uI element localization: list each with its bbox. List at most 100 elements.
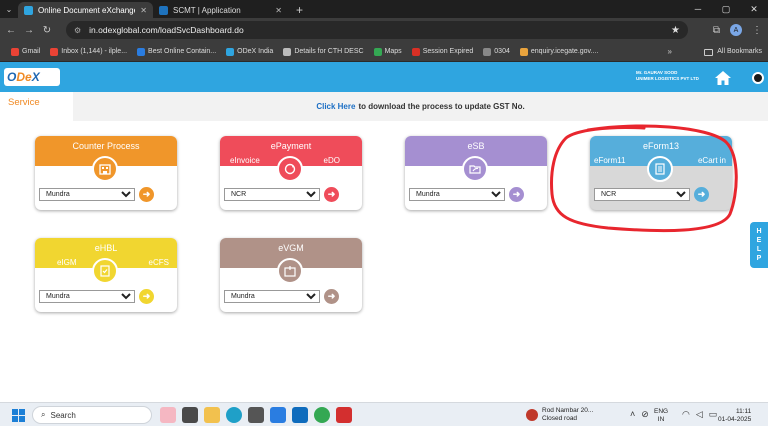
go-arrow-button[interactable]: ➜ [509, 187, 524, 202]
extensions-icon[interactable]: ⧉ [713, 25, 720, 36]
bookmark-inbox[interactable]: Inbox (1,144) - ilple... [45, 47, 132, 56]
tab-search-icon[interactable]: ⌄ [0, 0, 18, 18]
tray-overflow-icon[interactable]: ˄ [630, 409, 635, 420]
bookmark-container[interactable]: Best Online Contain... [132, 47, 221, 56]
flag-icon [519, 47, 528, 56]
tab-scmt[interactable]: SCMT | Application ✕ [153, 2, 288, 18]
bookmarks-bar: Gmail Inbox (1,144) - ilple... Best Onli… [0, 42, 768, 62]
counter-icon[interactable] [92, 156, 118, 182]
acrobat-icon[interactable] [336, 407, 352, 423]
bookmark-odex[interactable]: ODeX India [221, 47, 278, 56]
no-connection-icon[interactable]: ⊘ [641, 409, 649, 420]
help-tab[interactable]: H E L P [750, 222, 768, 268]
edo-link[interactable]: eDO [324, 156, 340, 165]
volume-icon[interactable]: ◁ [696, 409, 703, 420]
gmail-icon [11, 47, 19, 56]
close-window-icon[interactable]: ✕ [740, 0, 768, 18]
edge-icon[interactable] [226, 407, 242, 423]
card-title: Counter Process [72, 141, 140, 151]
bookmark-maps[interactable]: Maps [369, 47, 407, 56]
bookmark-icegate[interactable]: enquiry.icegate.gov.... [515, 47, 603, 56]
share-folder-icon[interactable] [462, 156, 488, 182]
battery-icon[interactable]: ▭ [709, 409, 718, 420]
odex-icon [226, 47, 235, 56]
company-name: UNIMER LOGISTICS PVT LTD [636, 76, 699, 81]
news-widget[interactable]: Rod Nambar 20... Closed road [526, 407, 593, 423]
go-arrow-button[interactable]: ➜ [324, 187, 339, 202]
mail-icon[interactable] [270, 407, 286, 423]
notice-text: to download the process to update GST No… [358, 102, 525, 111]
back-icon[interactable]: ← [2, 25, 20, 36]
url-text: in.odexglobal.com/loadSvcDashboard.do [89, 25, 244, 35]
warning-icon [411, 47, 420, 56]
tab-odex[interactable]: Online Document eXchange ✕ [18, 2, 153, 18]
settings-gear-icon[interactable] [752, 72, 764, 84]
system-tray: ˄ ⊘ [630, 409, 649, 420]
wifi-icon[interactable]: ◠ [682, 409, 690, 420]
maximize-icon[interactable]: ▢ [712, 0, 740, 18]
tab-close-icon[interactable]: ✕ [140, 6, 147, 15]
globe-icon [483, 47, 492, 56]
card-esb: eSB Mundra ➜ [405, 136, 547, 210]
menu-kebab-icon[interactable]: ⋮ [752, 25, 762, 36]
chrome-icon[interactable] [314, 407, 330, 423]
taskbar-clock[interactable]: 11:11 01-04-2025 [718, 408, 751, 424]
go-arrow-button[interactable]: ➜ [324, 289, 339, 304]
window-controls: ─ ▢ ✕ [684, 0, 768, 18]
site-info-icon[interactable]: ⚙ [74, 26, 81, 35]
taskbar-search[interactable]: ⌕ Search [32, 406, 152, 424]
browser-tab-strip: ⌄ Online Document eXchange ✕ SCMT | Appl… [0, 0, 768, 18]
card-counter-process: Counter Process Mundra ➜ [35, 136, 177, 210]
windows-start-icon[interactable] [12, 409, 25, 422]
go-arrow-button[interactable]: ➜ [139, 289, 154, 304]
all-bookmarks[interactable]: All Bookmarks [704, 42, 762, 62]
maps-icon [373, 47, 382, 56]
outlook-icon[interactable] [292, 407, 308, 423]
home-icon[interactable] [714, 70, 732, 86]
port-select[interactable]: Mundra [39, 290, 135, 303]
bookmark-cth[interactable]: Details for CTH DESC [278, 47, 368, 56]
card-title: eHBL [94, 243, 118, 253]
file-explorer-icon[interactable] [204, 407, 220, 423]
globe-icon [283, 47, 292, 56]
task-view-icon[interactable] [182, 407, 198, 423]
card-evgm: eVGM Mundra ➜ [220, 238, 362, 312]
port-select[interactable]: Mundra [409, 188, 505, 201]
tulips-widget-icon[interactable] [160, 407, 176, 423]
browser-toolbar: ← → ↻ ⚙ in.odexglobal.com/loadSvcDashboa… [0, 18, 768, 42]
bookmarks-overflow-icon[interactable]: » [668, 42, 672, 62]
tray-icons: ◠ ◁ ▭ [682, 409, 717, 420]
payment-cycle-icon[interactable] [277, 156, 303, 182]
port-select[interactable]: Mundra [224, 290, 320, 303]
bookmark-0304[interactable]: 0304 [478, 47, 515, 56]
bookmark-gmail[interactable]: Gmail [6, 47, 45, 56]
card-title: ePayment [270, 141, 312, 151]
store-icon[interactable] [248, 407, 264, 423]
tab-close-icon[interactable]: ✕ [275, 6, 282, 15]
profile-avatar[interactable]: A [730, 24, 742, 36]
click-here-link[interactable]: Click Here [316, 102, 355, 111]
bookmark-star-icon[interactable]: ★ [671, 25, 680, 36]
red-highlight-annotation [550, 124, 738, 233]
tab-label: SCMT | Application [173, 5, 241, 15]
bookmark-session[interactable]: Session Expired [407, 47, 479, 56]
weighing-icon[interactable] [277, 258, 303, 284]
go-arrow-button[interactable]: ➜ [139, 187, 154, 202]
einvoice-link[interactable]: eInvoice [230, 156, 260, 165]
toolbar-right: ⧉ A ⋮ [713, 21, 762, 39]
new-tab-icon[interactable]: + [288, 2, 311, 18]
reload-icon[interactable]: ↻ [38, 25, 56, 36]
eigm-link[interactable]: eIGM [57, 258, 77, 267]
odex-logo[interactable]: O De X [4, 68, 60, 86]
minimize-icon[interactable]: ─ [684, 0, 712, 18]
taskbar-apps [160, 407, 352, 423]
address-bar[interactable]: ⚙ in.odexglobal.com/loadSvcDashboard.do … [66, 21, 688, 39]
card-epayment: ePayment eInvoice eDO NCR ➜ [220, 136, 362, 210]
ecfs-link[interactable]: eCFS [149, 258, 169, 267]
document-check-icon[interactable] [92, 258, 118, 284]
port-select[interactable]: Mundra [39, 188, 135, 201]
user-info: Mr. GAURAV SOOD UNIMER LOGISTICS PVT LTD [636, 70, 699, 82]
port-select[interactable]: NCR [224, 188, 320, 201]
forward-icon[interactable]: → [20, 25, 38, 36]
language-indicator[interactable]: ENG IN [654, 408, 668, 424]
